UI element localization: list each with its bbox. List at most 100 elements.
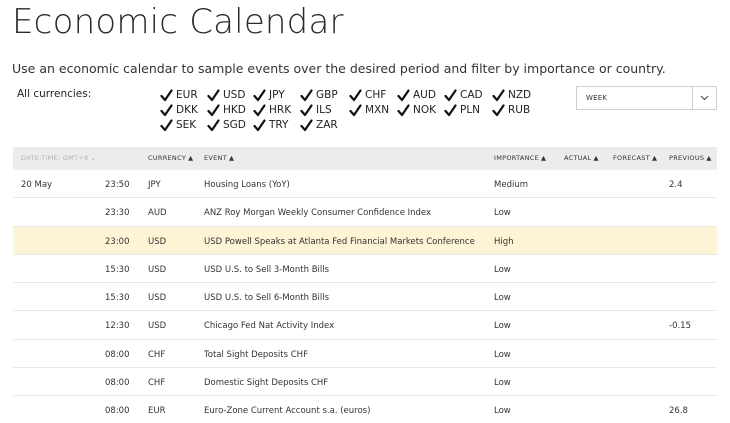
row-previous: 26.8 xyxy=(669,406,688,417)
table-row[interactable]: 08:00 CHF Total Sight Deposits CHF Low xyxy=(13,340,717,369)
table-header: DATE-TIME: GMT+8 ⌄ CURRENCY ▲ EVENT ▲ IM… xyxy=(13,147,717,170)
row-time: 08:00 xyxy=(105,406,130,417)
checkmark-icon xyxy=(207,103,220,117)
row-event: Domestic Sight Deposits CHF xyxy=(204,378,329,389)
table-row[interactable]: 08:00 CHF Domestic Sight Deposits CHF Low xyxy=(13,368,717,397)
row-importance: Low xyxy=(494,293,511,304)
table-row[interactable]: 12:30 USD Chicago Fed Nat Activity Index Lo… xyxy=(13,311,717,340)
row-event: Chicago Fed Nat Activity Index xyxy=(204,321,335,332)
row-event: Housing Loans (YoY) xyxy=(204,180,290,190)
currency-checkbox-jpy[interactable]: JPY xyxy=(253,88,285,102)
currency-label: AUD xyxy=(413,89,436,101)
header-previous[interactable]: PREVIOUS ▲ xyxy=(669,154,712,162)
row-importance: High xyxy=(494,236,514,247)
row-currency: USD xyxy=(148,321,167,332)
table-row[interactable]: 23:30 AUD ANZ Roy Morgan Weekly Consumer C… xyxy=(13,198,717,227)
currency-checkbox-pln[interactable]: PLN xyxy=(444,103,480,117)
currency-checkbox-eur[interactable]: EUR xyxy=(160,88,198,102)
row-importance: Low xyxy=(494,406,511,417)
sort-up-icon: ▲ xyxy=(593,154,599,162)
currency-filter-grid: EUR USD JPY GBP CHF AUD CAD NZD DKK HKD HRK ILS MXN N… xyxy=(160,88,560,134)
chevron-down-icon[interactable] xyxy=(692,87,716,109)
row-currency: AUD xyxy=(148,208,167,219)
currency-label: ILS xyxy=(316,104,332,116)
header-event[interactable]: EVENT ▲ xyxy=(204,154,234,162)
period-select[interactable]: WEEK xyxy=(576,86,717,110)
header-forecast[interactable]: FORECAST ▲ xyxy=(613,154,657,162)
currency-checkbox-hrk[interactable]: HRK xyxy=(253,103,291,117)
sort-up-icon: ▲ xyxy=(188,154,194,162)
header-datetime[interactable]: DATE-TIME: GMT+8 ⌄ xyxy=(21,154,96,162)
currency-label: CAD xyxy=(460,89,483,101)
row-time: 08:00 xyxy=(105,349,130,360)
row-event: ANZ Roy Morgan Weekly Consumer Confidenc… xyxy=(204,208,432,219)
row-currency: USD xyxy=(148,236,167,247)
currency-label: PLN xyxy=(460,104,481,116)
currency-checkbox-nok[interactable]: NOK xyxy=(397,103,436,117)
checkmark-icon xyxy=(349,88,362,102)
row-currency: USD xyxy=(148,293,167,304)
header-currency[interactable]: CURRENCY ▲ xyxy=(148,154,193,162)
row-date: 20 May xyxy=(21,180,53,190)
currency-label: CHF xyxy=(365,89,387,101)
row-importance: Low xyxy=(494,208,511,219)
page-subtitle: Use an economic calendar to sample event… xyxy=(12,61,666,76)
currency-label: MXN xyxy=(365,104,390,116)
row-event: USD U.S. to Sell 6-Month Bills xyxy=(204,293,330,304)
row-currency: USD xyxy=(148,264,167,275)
row-currency: CHF xyxy=(148,378,166,389)
row-time: 23:50 xyxy=(105,180,130,190)
row-time: 15:30 xyxy=(105,293,130,304)
checkmark-icon xyxy=(444,88,457,102)
currency-checkbox-aud[interactable]: AUD xyxy=(397,88,436,102)
currency-checkbox-gbp[interactable]: GBP xyxy=(300,88,338,102)
currency-checkbox-zar[interactable]: ZAR xyxy=(300,118,338,132)
currency-filter-label: All currencies: xyxy=(17,88,92,100)
currency-label: SGD xyxy=(223,119,246,131)
currency-checkbox-sgd[interactable]: SGD xyxy=(207,118,246,132)
currency-checkbox-ils[interactable]: ILS xyxy=(300,103,332,117)
checkmark-icon xyxy=(253,103,266,117)
row-previous: 2.4 xyxy=(669,180,683,190)
currency-label: HRK xyxy=(269,104,292,116)
header-importance[interactable]: IMPORTANCE ▲ xyxy=(494,154,546,162)
currency-checkbox-try[interactable]: TRY xyxy=(253,118,288,132)
currency-checkbox-hkd[interactable]: HKD xyxy=(207,103,246,117)
checkmark-icon xyxy=(492,103,505,117)
currency-checkbox-usd[interactable]: USD xyxy=(207,88,245,102)
table-row[interactable]: 08:00 EUR Euro-Zone Current Account s.a. (… xyxy=(13,396,717,423)
checkmark-icon xyxy=(253,88,266,102)
row-importance: Low xyxy=(494,349,511,360)
currency-checkbox-chf[interactable]: CHF xyxy=(349,88,386,102)
period-select-value: WEEK xyxy=(586,94,608,102)
table-row[interactable]: 23:00 USD USD Powell Speaks at Atlanta Fed… xyxy=(13,226,717,255)
currency-checkbox-nzd[interactable]: NZD xyxy=(492,88,531,102)
checkmark-icon xyxy=(253,118,266,132)
row-time: 23:00 xyxy=(105,236,130,247)
currency-label: GBP xyxy=(316,89,338,101)
currency-label: EUR xyxy=(176,89,198,101)
checkmark-icon xyxy=(397,88,410,102)
row-currency: JPY xyxy=(148,180,161,190)
table-body: 20 May 23:50 JPY Housing Loans (YoY) Medium 2… xyxy=(13,170,717,423)
row-time: 23:30 xyxy=(105,208,130,219)
sort-up-icon: ▲ xyxy=(706,154,712,162)
checkmark-icon xyxy=(160,103,173,117)
currency-label: JPY xyxy=(269,89,285,101)
table-row[interactable]: 15:30 USD USD U.S. to Sell 6-Month Bills Lo… xyxy=(13,283,717,312)
checkmark-icon xyxy=(300,118,313,132)
row-currency: CHF xyxy=(148,349,166,360)
row-event: USD Powell Speaks at Atlanta Fed Financi… xyxy=(204,236,475,247)
currency-label: ZAR xyxy=(316,119,338,131)
currency-label: RUB xyxy=(508,104,531,116)
table-row[interactable]: 20 May 23:50 JPY Housing Loans (YoY) Medium 2… xyxy=(13,170,717,199)
currency-checkbox-rub[interactable]: RUB xyxy=(492,103,530,117)
header-actual[interactable]: ACTUAL ▲ xyxy=(564,154,599,162)
row-event: Total Sight Deposits CHF xyxy=(204,349,308,360)
table-row[interactable]: 15:30 USD USD U.S. to Sell 3-Month Bills Lo… xyxy=(13,255,717,284)
currency-checkbox-dkk[interactable]: DKK xyxy=(160,103,198,117)
currency-checkbox-sek[interactable]: SEK xyxy=(160,118,196,132)
checkmark-icon xyxy=(300,103,313,117)
currency-checkbox-cad[interactable]: CAD xyxy=(444,88,483,102)
currency-checkbox-mxn[interactable]: MXN xyxy=(349,103,389,117)
